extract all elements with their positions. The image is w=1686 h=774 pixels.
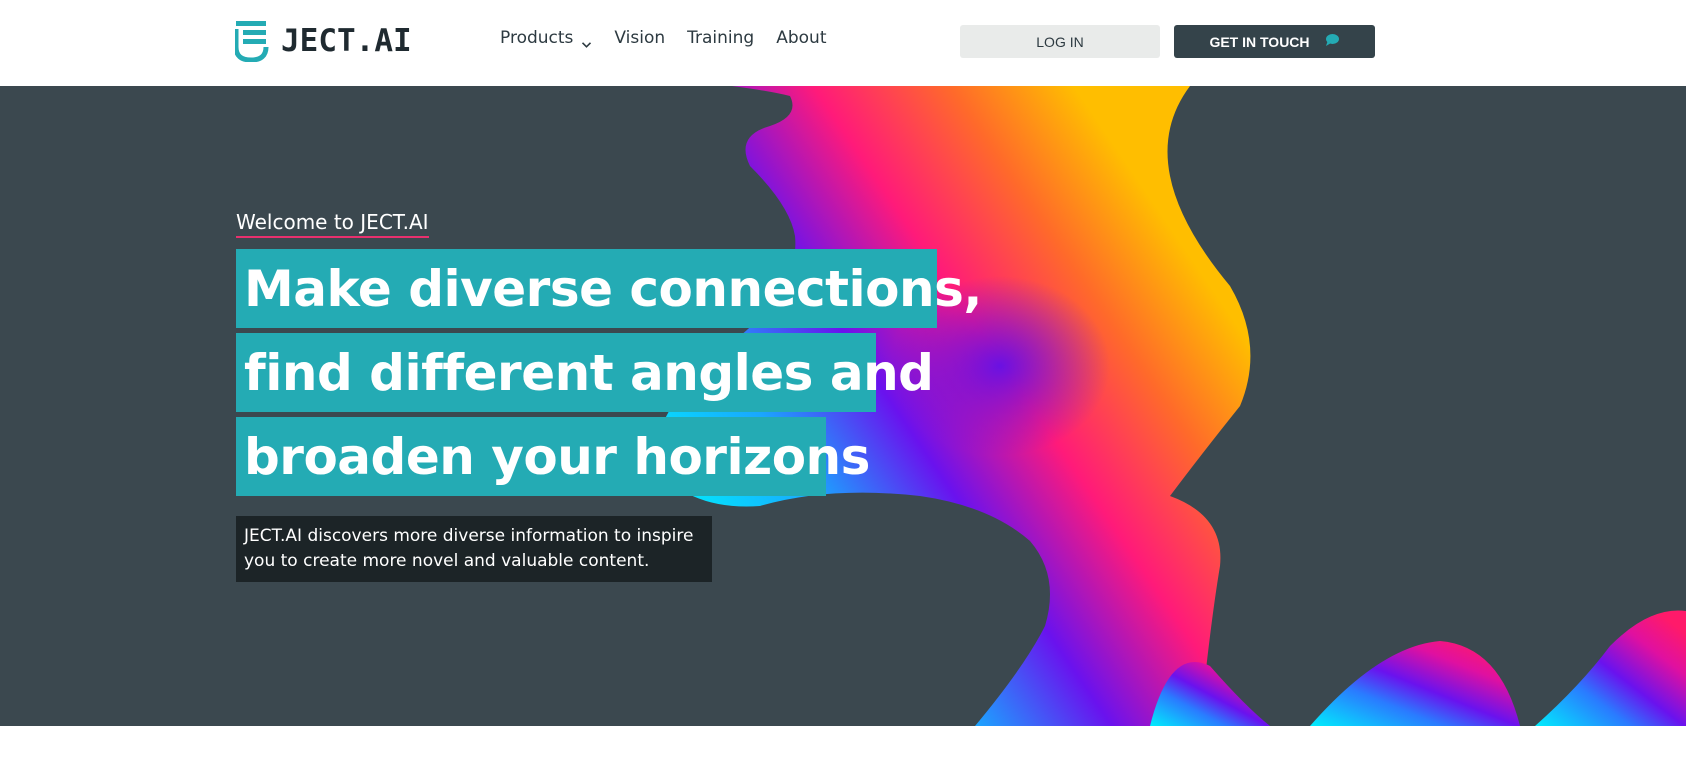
- hero-description-line: JECT.AI discovers more diverse informati…: [244, 526, 694, 546]
- hero-headline-line: broaden your horizons: [236, 417, 870, 496]
- hero-description: JECT.AI discovers more diverse informati…: [236, 516, 712, 582]
- chat-bubble-icon: [1324, 33, 1340, 50]
- nav-item-products[interactable]: Products: [500, 28, 592, 48]
- logo[interactable]: JECT.AI: [235, 19, 412, 63]
- get-in-touch-label: GET IN TOUCH: [1209, 33, 1310, 50]
- logo-icon: [235, 20, 269, 62]
- main-nav: Products Vision Training About: [500, 28, 849, 48]
- login-button-label: LOG IN: [1036, 33, 1084, 50]
- hero-eyebrow: Welcome to JECT.AI: [236, 210, 429, 238]
- nav-item-vision[interactable]: Vision: [614, 28, 665, 48]
- nav-item-label: About: [776, 28, 827, 48]
- nav-item-label: Vision: [614, 28, 666, 48]
- nav-item-label: Products: [500, 28, 574, 48]
- hero-description-line: you to create more novel and valuable co…: [244, 551, 650, 571]
- hero-section: Welcome to JECT.AI Make diverse connecti…: [0, 86, 1686, 726]
- login-button[interactable]: LOG IN: [960, 25, 1160, 58]
- logo-text: JECT.AI: [281, 23, 412, 59]
- nav-item-label: Training: [687, 28, 755, 48]
- nav-item-training[interactable]: Training: [687, 28, 754, 48]
- hero-headline-line: find different angles and: [236, 333, 934, 412]
- site-header: JECT.AI Products Vision Training About L…: [0, 0, 1686, 86]
- get-in-touch-button[interactable]: GET IN TOUCH: [1174, 25, 1375, 58]
- hero-headline-line: Make diverse connections,: [236, 249, 982, 328]
- nav-item-about[interactable]: About: [776, 28, 826, 48]
- chevron-down-icon: [581, 34, 592, 48]
